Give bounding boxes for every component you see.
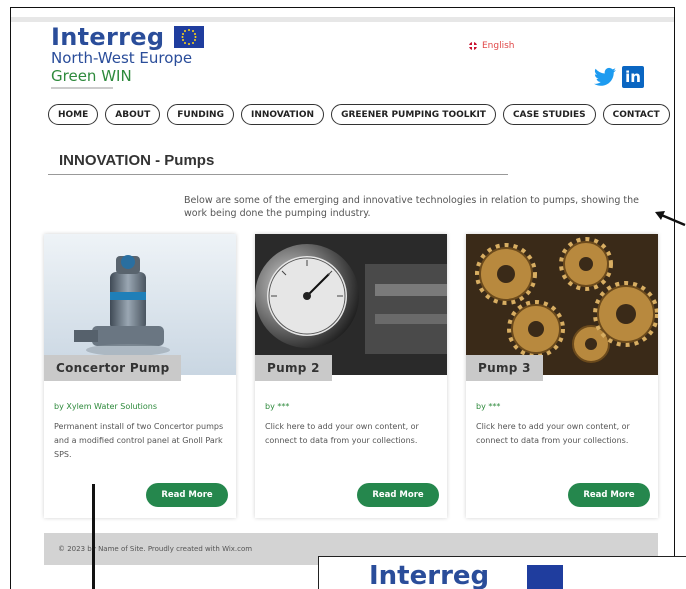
read-more-button[interactable]: Read More	[146, 483, 228, 507]
language-label: English	[482, 41, 515, 51]
linkedin-icon[interactable]: in	[622, 66, 644, 88]
card-description: Click here to add your own content, or c…	[265, 422, 419, 445]
card-concertor-pump[interactable]: Concertor Pump by Xylem Water Solutions …	[44, 234, 236, 518]
pressure-gauge-photo	[255, 234, 447, 375]
social-links: in	[594, 66, 644, 88]
card-author: by Xylem Water Solutions	[54, 402, 157, 411]
nav-innovation[interactable]: INNOVATION	[240, 104, 325, 125]
uk-flag-icon	[469, 42, 477, 50]
nav-greener-pumping-toolkit[interactable]: GREENER PUMPING TOOLKIT	[331, 104, 496, 125]
card-author: by ***	[265, 402, 290, 411]
card-pump-2[interactable]: Pump 2 by *** Click here to add your own…	[255, 234, 447, 518]
site-logo[interactable]: Interreg North-West Europe Green WIN	[51, 23, 205, 89]
logo-program: Green WIN	[51, 67, 132, 85]
logo-brand: Interreg	[51, 23, 165, 51]
logo-region: North-West Europe	[51, 49, 193, 67]
nav-case-studies[interactable]: CASE STUDIES	[502, 104, 596, 125]
browser-window: Interreg North-West Europe Green WIN Eng…	[10, 7, 675, 589]
nav-funding[interactable]: FUNDING	[167, 104, 234, 125]
read-more-button[interactable]: Read More	[568, 483, 650, 507]
card-title: Concertor Pump	[44, 355, 182, 381]
card-title: Pump 3	[466, 355, 543, 381]
card-description: Click here to add your own content, or c…	[476, 422, 630, 445]
top-strip	[11, 17, 674, 22]
card-title: Pump 2	[255, 355, 332, 381]
logo-tagline	[51, 87, 113, 89]
card-pump-3[interactable]: Pump 3 by *** Click here to add your own…	[466, 234, 658, 518]
card-description: Permanent install of two Concertor pumps…	[54, 422, 224, 459]
eu-flag-icon	[174, 26, 205, 48]
overlapping-window: Interreg	[318, 556, 686, 589]
twitter-icon[interactable]	[594, 67, 616, 87]
nav-home[interactable]: HOME	[48, 104, 99, 125]
title-divider	[48, 174, 508, 175]
overlay-logo-brand: Interreg	[369, 561, 490, 589]
brass-gears-photo	[466, 234, 658, 375]
card-author: by ***	[476, 402, 501, 411]
intro-text: Below are some of the emerging and innov…	[184, 195, 639, 219]
annotation-line	[92, 484, 95, 589]
read-more-button[interactable]: Read More	[357, 483, 439, 507]
language-selector[interactable]: English	[469, 41, 515, 51]
main-nav: HOME ABOUT FUNDING INNOVATION GREENER PU…	[48, 104, 670, 125]
nav-contact[interactable]: CONTACT	[602, 104, 670, 125]
eu-flag-icon	[527, 565, 563, 589]
annotation-arrow-icon	[655, 211, 686, 227]
submersible-pump-photo	[44, 234, 236, 375]
nav-about[interactable]: ABOUT	[105, 104, 161, 125]
page-title: INNOVATION - Pumps	[59, 152, 215, 169]
